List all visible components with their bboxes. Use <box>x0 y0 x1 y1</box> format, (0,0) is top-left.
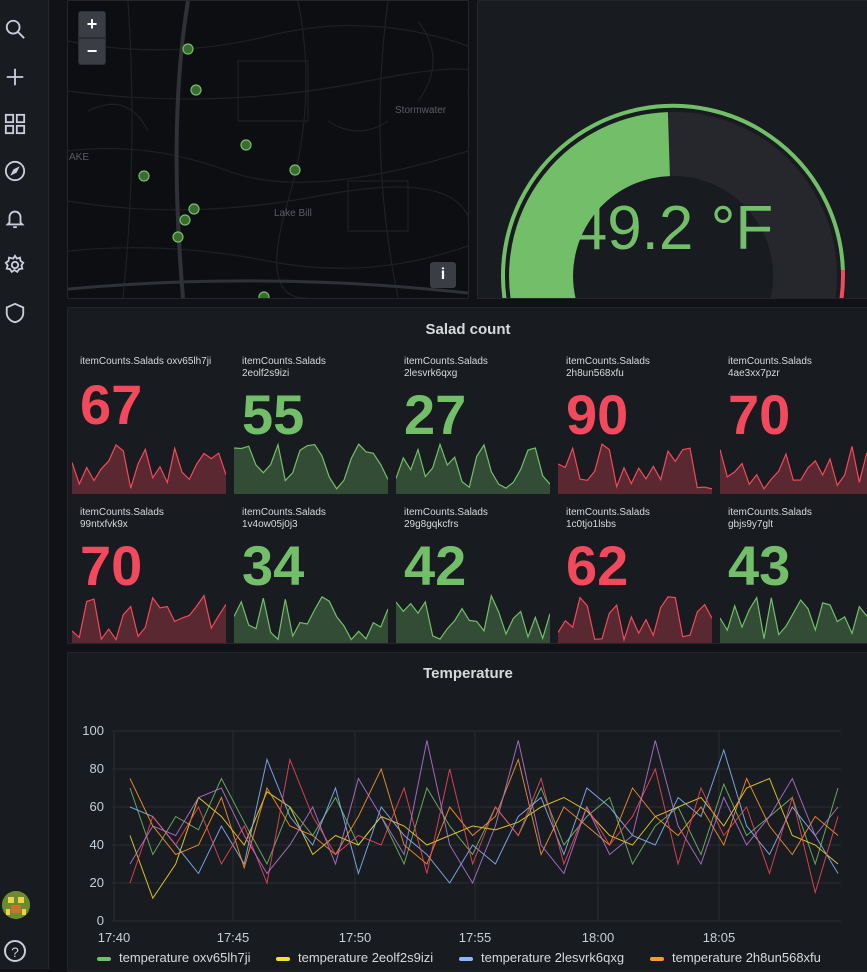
stat-tile[interactable]: itemCounts.Salads 1c0tjo1lsbs 62 <box>558 503 716 643</box>
plus-icon[interactable] <box>4 66 26 88</box>
stat-name: itemCounts.Salads 1v4ow05j0j3 <box>242 507 326 530</box>
sidebar: ? <box>0 0 49 969</box>
search-icon[interactable] <box>4 18 26 40</box>
stat-value: 67 <box>80 373 143 436</box>
stat-name: itemCounts.Salads 29g8gqkcfrs <box>404 507 488 530</box>
explore-icon[interactable] <box>4 160 26 182</box>
sparkline-area <box>558 596 712 643</box>
stat-tile[interactable]: itemCounts.Salads 2eolf2s9izi 55 <box>234 352 392 494</box>
y-tick-label: 80 <box>90 761 104 776</box>
sparkline <box>234 442 388 494</box>
y-tick-label: 100 <box>82 723 104 738</box>
y-tick-label: 20 <box>90 875 104 890</box>
legend-item[interactable]: temperature 2h8un568xfu <box>650 950 821 965</box>
temperature-chart: 0 20 40 60 80 100 17:40 17:45 17:50 17:55 18:00 18:… <box>82 723 841 945</box>
sparkline <box>72 594 226 643</box>
sparkline <box>234 595 388 643</box>
legend-label: temperature oxv65lh7ji <box>119 950 251 965</box>
map-label: Lake Bill <box>274 208 312 219</box>
map-panel[interactable]: Stormwater AKE Lake Bill + − i <box>67 0 469 299</box>
avatar[interactable] <box>2 891 30 919</box>
y-tick-label: 40 <box>90 837 104 852</box>
sparkline <box>720 446 867 494</box>
stat-name: itemCounts.Salads gbjs9y7glt <box>728 507 812 530</box>
legend-label: temperature 2h8un568xfu <box>672 950 821 965</box>
stat-name: itemCounts.Salads 2lesvrk6qxg <box>404 356 488 379</box>
temperature-panel: Temperature 0 20 40 60 80 100 17:40 17:45 17:50 1… <box>67 652 867 972</box>
x-tick-label: 17:40 <box>98 930 131 945</box>
stat-tile[interactable]: itemCounts.Salads oxv65lh7ji 67 <box>72 352 230 494</box>
stat-name: itemCounts.Salads 2eolf2s9izi <box>242 356 326 379</box>
legend-label: temperature 2eolf2s9izi <box>298 950 434 965</box>
shield-icon[interactable] <box>4 302 26 324</box>
legend-swatch <box>97 956 111 961</box>
sparkline <box>720 596 867 643</box>
stat-name: itemCounts.Salads oxv65lh7ji <box>80 356 212 367</box>
legend-swatch <box>276 956 290 961</box>
legend-item[interactable]: temperature 2eolf2s9izi <box>276 950 433 965</box>
x-tick-label: 18:00 <box>582 930 615 945</box>
sparkline-area <box>720 446 867 494</box>
sparkline <box>396 593 550 643</box>
legend-swatch <box>459 956 473 961</box>
panel-title: Salad count <box>425 321 511 338</box>
stat-tile[interactable]: itemCounts.Salads 2h8un568xfu 90 <box>558 352 716 494</box>
x-tick-label: 17:45 <box>217 930 250 945</box>
zoom-in-button[interactable]: + <box>79 12 105 37</box>
sparkline <box>72 443 226 494</box>
legend-item[interactable]: temperature oxv65lh7ji <box>97 950 251 965</box>
x-tick-label: 17:50 <box>339 930 372 945</box>
sparkline-area <box>720 597 867 643</box>
sparkline-area <box>72 444 226 494</box>
map-streets <box>68 1 468 298</box>
stat-tile[interactable]: itemCounts.Salads 4ae3xx7pzr 70 <box>720 352 867 494</box>
alerting-icon[interactable] <box>4 207 26 229</box>
legend-swatch <box>650 956 664 961</box>
salad-count-panel: Salad count itemCounts.Salads oxv65lh7ji… <box>67 307 867 644</box>
x-tick-label: 18:05 <box>703 930 736 945</box>
stat-tile[interactable]: itemCounts.Salads 99ntxfvk9x 70 <box>72 503 230 643</box>
sparkline-area <box>396 595 550 643</box>
legend-item[interactable]: temperature 2lesvrk6qxg <box>459 950 624 965</box>
series-line-2[interactable] <box>129 748 839 884</box>
series-line-1[interactable] <box>129 777 839 900</box>
stat-name: itemCounts.Salads 1c0tjo1lsbs <box>566 507 650 530</box>
sparkline-area <box>234 444 388 494</box>
zoom-out-button[interactable]: − <box>79 39 105 64</box>
legend-label: temperature 2lesvrk6qxg <box>481 950 625 965</box>
stat-name: itemCounts.Salads 99ntxfvk9x <box>80 507 164 530</box>
stat-tile[interactable]: itemCounts.Salads 29g8gqkcfrs 42 <box>396 503 554 643</box>
stat-tile[interactable]: itemCounts.Salads 1v4ow05j0j3 34 <box>234 503 392 643</box>
stat-tile[interactable]: itemCounts.Salads 2lesvrk6qxg 27 <box>396 352 554 494</box>
x-tick-label: 17:55 <box>459 930 492 945</box>
gauge-panel: 49.2 °F <box>477 0 867 299</box>
gauge-value: 49.2 °F <box>572 194 774 263</box>
zoom-controls: + − <box>78 11 106 65</box>
settings-icon[interactable] <box>4 254 26 276</box>
dashboards-icon[interactable] <box>4 113 26 135</box>
sparkline <box>396 442 550 494</box>
y-tick-label: 0 <box>97 913 104 928</box>
y-tick-label: 60 <box>90 799 104 814</box>
stat-name: itemCounts.Salads 4ae3xx7pzr <box>728 356 812 379</box>
info-button[interactable]: i <box>430 262 456 288</box>
stat-tile[interactable]: itemCounts.Salads gbjs9y7glt 43 <box>720 503 867 643</box>
sparkline <box>558 596 712 643</box>
map-label: Stormwater <box>395 105 447 116</box>
map-label: AKE <box>69 152 90 163</box>
sparkline <box>558 443 712 494</box>
help-icon[interactable]: ? <box>4 940 26 962</box>
stat-name: itemCounts.Salads 2h8un568xfu <box>566 356 650 379</box>
sparkline-area <box>558 444 712 494</box>
